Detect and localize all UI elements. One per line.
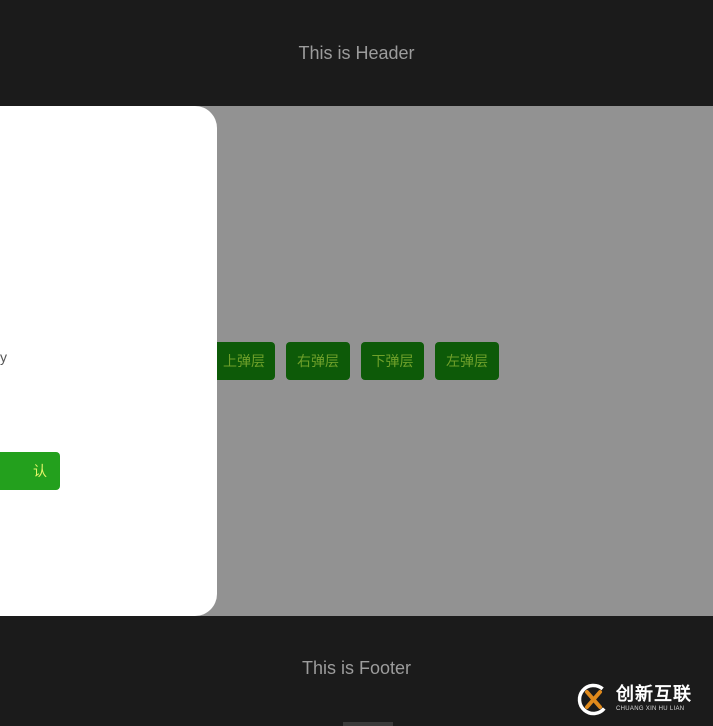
popup-bottom-button[interactable]: 下弹层	[361, 342, 424, 380]
scroll-indicator	[343, 722, 393, 726]
panel-content-text: y	[0, 349, 7, 365]
left-popup-panel: y	[0, 106, 217, 616]
brand-subtitle: CHUANG XIN HU LIAN	[616, 706, 685, 712]
brand-title: 创新互联	[616, 684, 692, 705]
brand-watermark: 创新互联 CHUANG XIN HU LIAN	[577, 682, 713, 716]
header-title: This is Header	[298, 42, 415, 63]
brand-logo-icon	[577, 683, 610, 715]
popup-right-button[interactable]: 右弹层	[286, 342, 350, 380]
page-header: This is Header	[0, 0, 713, 106]
brand-text: 创新互联 CHUANG XIN HU LIAN	[616, 685, 692, 713]
footer-title: This is Footer	[301, 658, 412, 678]
popup-top-button[interactable]: 上弹层	[213, 342, 275, 380]
confirm-button[interactable]: 认	[0, 452, 60, 490]
popup-button-group: 上弹层 右弹层 下弹层 左弹层	[213, 342, 510, 380]
popup-left-button[interactable]: 左弹层	[435, 342, 499, 380]
